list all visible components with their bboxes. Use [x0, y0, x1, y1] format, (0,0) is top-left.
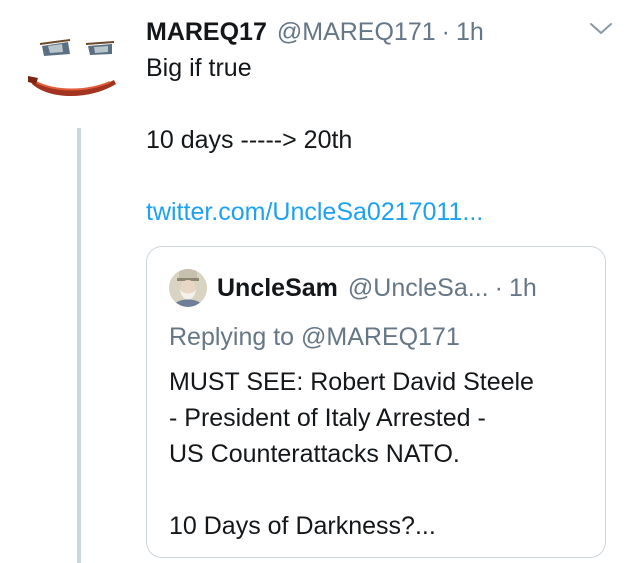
- tweet-text-line: [146, 86, 352, 122]
- tweet-text: Big if true 10 days -----> 20th: [146, 50, 352, 158]
- uncle-sam-avatar-icon: [169, 269, 207, 307]
- quoted-avatar[interactable]: [169, 269, 207, 307]
- quoted-tweet-card[interactable]: UncleSam @UncleSa... · 1h Replying to @M…: [146, 246, 606, 558]
- quoted-author-handle[interactable]: @UncleSa...: [348, 274, 489, 303]
- joker-face-avatar-icon: [28, 39, 116, 96]
- quoted-tweet-text: MUST SEE: Robert David Steele - Presiden…: [169, 364, 591, 544]
- replying-to-label: Replying to: [169, 323, 302, 351]
- quoted-text-line: US Counterattacks NATO.: [169, 440, 460, 468]
- tweet-time[interactable]: 1h: [456, 18, 484, 47]
- tweet-link[interactable]: twitter.com/UncleSa0217011...: [146, 194, 483, 230]
- quoted-text-line: [169, 472, 591, 508]
- author-handle[interactable]: @MAREQ171: [277, 18, 436, 47]
- thread-line: [77, 128, 81, 563]
- separator-dot: ·: [494, 273, 503, 302]
- quoted-text-line: MUST SEE: Robert David Steele: [169, 368, 534, 396]
- quoted-text-line: 10 Days of Darkness?...: [169, 512, 436, 540]
- tweet-text-line: 10 days -----> 20th: [146, 126, 353, 154]
- quoted-author-name[interactable]: UncleSam: [217, 274, 338, 303]
- tweet-header: MAREQ17 @MAREQ171 · 1h: [146, 14, 620, 50]
- quoted-tweet-time: 1h: [508, 273, 537, 302]
- replying-to: Replying to @MAREQ171: [169, 319, 460, 355]
- chevron-down-icon[interactable]: [588, 20, 614, 38]
- replying-to-handle[interactable]: @MAREQ171: [301, 323, 460, 351]
- author-name[interactable]: MAREQ17: [146, 18, 267, 47]
- avatar[interactable]: [28, 32, 128, 112]
- quoted-tweet-header: UncleSam @UncleSa... · 1h: [217, 269, 591, 307]
- separator-dot: ·: [441, 17, 450, 46]
- quoted-text-line: - President of Italy Arrested -: [169, 404, 486, 432]
- tweet-text-line: Big if true: [146, 54, 252, 82]
